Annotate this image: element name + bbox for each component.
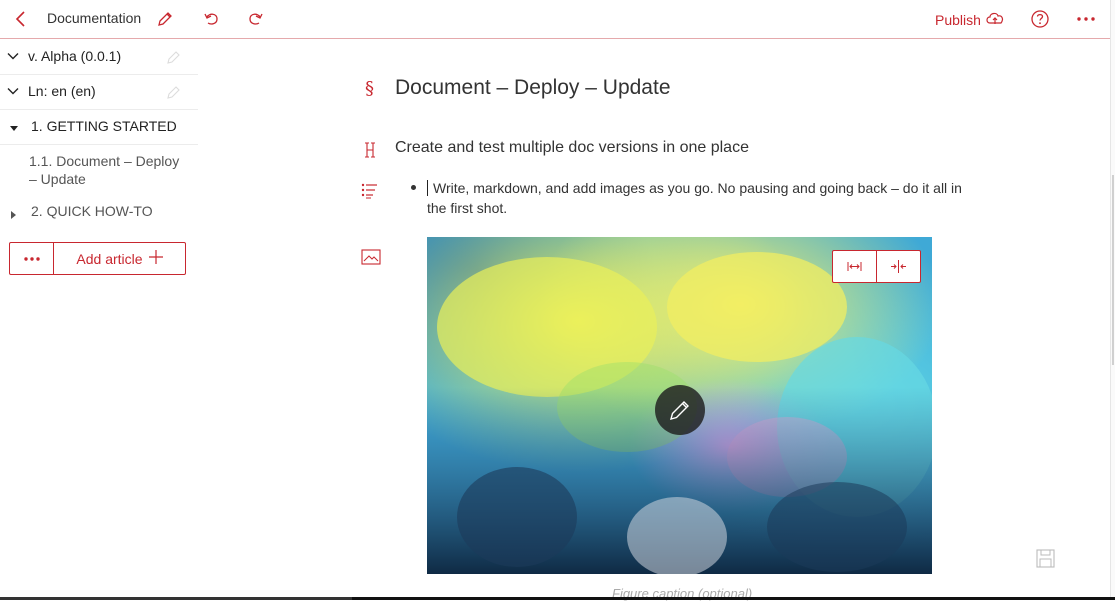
section-quick-how-to[interactable]: 2. QUICK HOW-TO: [0, 202, 198, 226]
section-heading[interactable]: Document – Deploy – Update: [395, 76, 671, 100]
more-horizontal-icon[interactable]: [1076, 9, 1096, 29]
chevron-down-icon: [7, 84, 19, 100]
caret-down-icon: [9, 121, 19, 137]
version-label: v. Alpha (0.0.1): [28, 48, 122, 64]
article-actions: Add article: [9, 242, 186, 275]
section-label: 2. QUICK HOW-TO: [31, 203, 153, 219]
more-actions-button[interactable]: [10, 243, 54, 274]
more-horizontal-icon: [24, 257, 40, 261]
chevron-left-icon[interactable]: [11, 9, 31, 29]
document-title: Documentation: [47, 10, 142, 26]
image-icon[interactable]: [361, 248, 381, 271]
svg-text:§: §: [365, 78, 374, 98]
cloud-upload-icon: [985, 10, 1005, 30]
chevron-down-icon: [7, 49, 19, 65]
pencil-icon[interactable]: [166, 84, 182, 103]
bullet-text[interactable]: Write, markdown, and add images as you g…: [427, 178, 972, 218]
pencil-icon[interactable]: [166, 49, 182, 68]
image-fit-width-button[interactable]: [833, 251, 877, 282]
plus-icon: [148, 250, 163, 267]
section-icon[interactable]: §: [361, 78, 379, 103]
caret-right-icon: [9, 207, 19, 223]
top-bar: Documentation Publish: [0, 0, 1110, 39]
text-cursor: [427, 180, 428, 196]
sidebar: v. Alpha (0.0.1) Ln: en (en) 1. GETTING …: [0, 39, 198, 600]
publish-label: Publish: [935, 12, 981, 28]
edit-image-button[interactable]: [655, 385, 705, 435]
section-label: 1. GETTING STARTED: [31, 118, 177, 134]
bullet-marker: [411, 185, 416, 190]
version-selector[interactable]: v. Alpha (0.0.1): [0, 39, 198, 75]
language-selector[interactable]: Ln: en (en): [0, 75, 198, 110]
expand-width-icon: [847, 262, 862, 271]
help-circle-icon[interactable]: [1030, 9, 1050, 29]
pencil-icon: [670, 401, 689, 420]
heading-icon[interactable]: [361, 141, 379, 164]
shrink-width-icon: [891, 260, 906, 273]
list-icon[interactable]: [361, 183, 379, 204]
image-size-controls: [832, 250, 921, 283]
scrollbar-thumb[interactable]: [1112, 175, 1114, 365]
add-article-label: Add article: [76, 250, 143, 267]
undo-icon[interactable]: [202, 9, 222, 29]
subheading[interactable]: Create and test multiple doc versions in…: [395, 139, 749, 157]
language-label: Ln: en (en): [28, 83, 96, 99]
add-article-button[interactable]: Add article: [54, 243, 185, 274]
section-getting-started[interactable]: 1. GETTING STARTED: [0, 110, 198, 145]
redo-icon[interactable]: [245, 9, 265, 29]
article-item[interactable]: 1.1. Document – Deploy – Update: [29, 152, 189, 188]
save-icon[interactable]: [1036, 549, 1055, 573]
publish-button[interactable]: Publish: [935, 10, 1005, 30]
pencil-icon[interactable]: [155, 9, 175, 29]
image-shrink-width-button[interactable]: [877, 251, 920, 282]
